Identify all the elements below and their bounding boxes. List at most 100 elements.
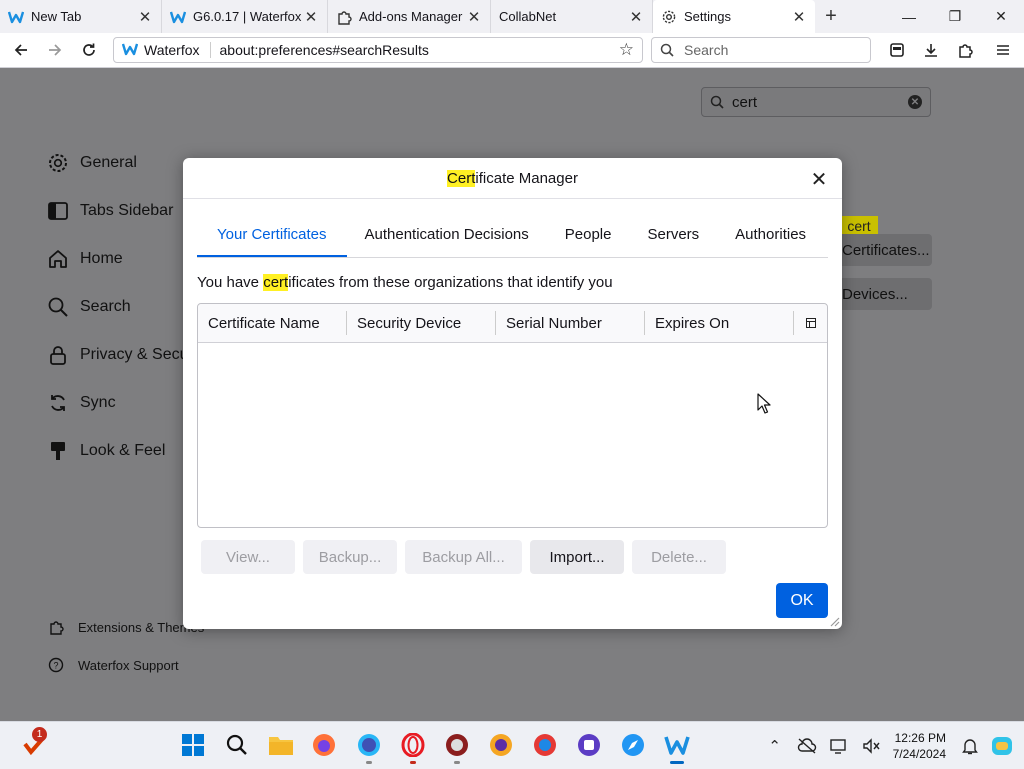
vivaldi-icon[interactable]: [442, 730, 472, 764]
notification-bell-icon[interactable]: [958, 734, 982, 758]
svg-text:?: ?: [53, 661, 58, 671]
download-icon[interactable]: [914, 35, 948, 65]
category-tabs-sidebar[interactable]: Tabs Sidebar: [46, 199, 173, 223]
forward-arrow-icon[interactable]: [38, 35, 72, 65]
back-arrow-icon[interactable]: [4, 35, 38, 65]
volume-muted-icon[interactable]: [859, 734, 883, 758]
tab-servers[interactable]: Servers: [629, 220, 717, 257]
category-look-feel[interactable]: Look & Feel: [46, 439, 165, 463]
column-certificate-name[interactable]: Certificate Name: [198, 311, 347, 335]
menu-icon[interactable]: [986, 35, 1020, 65]
tab-new-tab[interactable]: New Tab ✕: [0, 0, 162, 33]
gear-icon: [661, 9, 677, 25]
opera-icon[interactable]: [398, 730, 428, 764]
antivirus-app-icon[interactable]: 1: [20, 727, 50, 760]
reload-icon[interactable]: [72, 35, 106, 65]
new-tab-button[interactable]: +: [815, 0, 847, 33]
close-icon[interactable]: ✕: [137, 9, 153, 26]
url-bar[interactable]: Waterfox about:preferences#searchResults…: [113, 37, 643, 63]
tab-addons-manager[interactable]: Add-ons Manager ✕: [328, 0, 491, 33]
system-tray: ⌃ 12:26 PM 7/24/2024: [759, 722, 1024, 769]
close-window-icon[interactable]: ✕: [978, 0, 1024, 33]
sidebar-icon: [46, 199, 70, 223]
extensions-themes-link[interactable]: Extensions & Themes: [48, 619, 204, 635]
close-icon[interactable]: ✕: [466, 9, 482, 26]
category-search[interactable]: Search: [46, 295, 131, 319]
restore-icon[interactable]: ❐: [932, 0, 978, 33]
view-button[interactable]: View...: [201, 540, 295, 574]
category-general[interactable]: General: [46, 151, 137, 175]
time: 12:26 PM: [894, 730, 946, 745]
bookmark-star-icon[interactable]: ☆: [619, 40, 634, 60]
tab-your-certificates[interactable]: Your Certificates: [197, 220, 347, 257]
tab-authentication-decisions[interactable]: Authentication Decisions: [347, 220, 547, 257]
search-input[interactable]: Search: [651, 37, 871, 63]
copilot-icon[interactable]: [990, 734, 1014, 758]
yellow-browser-icon[interactable]: [486, 730, 516, 760]
delete-button[interactable]: Delete...: [632, 540, 726, 574]
ok-button[interactable]: OK: [776, 583, 828, 618]
firefox-icon[interactable]: [309, 730, 339, 760]
import-button[interactable]: Import...: [530, 540, 624, 574]
taskbar: 1 ⌃ 12:26 PM 7/24/2024: [0, 721, 1024, 769]
red-browser-icon[interactable]: [530, 730, 560, 760]
category-label: Tabs Sidebar: [80, 202, 174, 219]
tab-settings[interactable]: Settings ✕: [653, 0, 815, 33]
title-text: ificate Manager: [475, 169, 578, 187]
waterfox-taskbar-icon[interactable]: [662, 730, 692, 764]
search-icon: [46, 295, 70, 319]
lock-icon: [46, 343, 70, 367]
desc-match-highlight: cert: [263, 274, 289, 291]
network-icon[interactable]: [827, 734, 851, 758]
navigation-toolbar: Waterfox about:preferences#searchResults…: [0, 33, 1024, 68]
column-serial-number[interactable]: Serial Number: [496, 311, 645, 335]
browser-app-icon[interactable]: [354, 730, 384, 764]
minimize-icon[interactable]: —: [886, 0, 932, 33]
start-icon[interactable]: [178, 730, 208, 760]
clear-icon[interactable]: ✕: [908, 95, 922, 109]
dialog-title: Cert ificate Manager: [183, 158, 842, 199]
tab-collabnet[interactable]: CollabNet ✕: [491, 0, 653, 33]
identity-label: Waterfox: [144, 42, 211, 58]
footer-link-label: Waterfox Support: [78, 657, 179, 673]
tab-title: Settings: [684, 9, 731, 24]
certificate-list[interactable]: Certificate Name Security Device Serial …: [197, 303, 828, 528]
file-explorer-icon[interactable]: [266, 730, 296, 760]
close-icon[interactable]: ✕: [791, 9, 807, 26]
extensions-icon[interactable]: [948, 35, 982, 65]
url-text[interactable]: about:preferences#searchResults: [220, 42, 619, 58]
column-security-device[interactable]: Security Device: [347, 311, 496, 335]
backup-all-button[interactable]: Backup All...: [405, 540, 522, 574]
search-icon[interactable]: [222, 730, 252, 760]
backup-button[interactable]: Backup...: [303, 540, 397, 574]
tab-title: CollabNet: [499, 9, 557, 24]
close-icon[interactable]: ✕: [628, 9, 644, 26]
column-expires-on[interactable]: Expires On: [645, 311, 794, 335]
compass-browser-icon[interactable]: [618, 730, 648, 760]
clock[interactable]: 12:26 PM 7/24/2024: [893, 730, 946, 762]
cloud-offline-icon[interactable]: [795, 734, 819, 758]
category-label: Sync: [80, 394, 116, 411]
dialog-actions: View... Backup... Backup All... Import..…: [201, 540, 734, 574]
security-devices-button[interactable]: Devices...: [836, 278, 932, 310]
category-home[interactable]: Home: [46, 247, 123, 271]
find-in-settings-input[interactable]: cert ✕: [701, 87, 931, 117]
category-sync[interactable]: Sync: [46, 391, 116, 415]
waterfox-identity-icon[interactable]: [121, 42, 139, 59]
tab-waterfox-release[interactable]: G6.0.17 | Waterfox ✕: [162, 0, 328, 33]
sidebar-icon[interactable]: [880, 35, 914, 65]
certificate-manager-dialog: Cert ificate Manager ✕ Your Certificates …: [183, 158, 842, 629]
column-picker-icon[interactable]: [795, 318, 827, 328]
close-icon[interactable]: ✕: [303, 9, 319, 26]
chevron-up-icon[interactable]: ⌃: [763, 734, 787, 758]
tab-authorities[interactable]: Authorities: [717, 220, 824, 257]
tab-people[interactable]: People: [547, 220, 630, 257]
certificate-tabs: Your Certificates Authentication Decisio…: [197, 220, 828, 258]
floorp-icon[interactable]: [574, 730, 604, 760]
resize-grip-icon[interactable]: [828, 615, 840, 627]
waterfox-support-link[interactable]: ? Waterfox Support: [48, 657, 179, 673]
tab-title: Add-ons Manager: [359, 9, 463, 24]
close-icon[interactable]: ✕: [808, 168, 830, 191]
view-certificates-button[interactable]: Certificates...: [836, 234, 932, 266]
tab-strip: New Tab ✕ G6.0.17 | Waterfox ✕ Add-ons M…: [0, 0, 1024, 33]
